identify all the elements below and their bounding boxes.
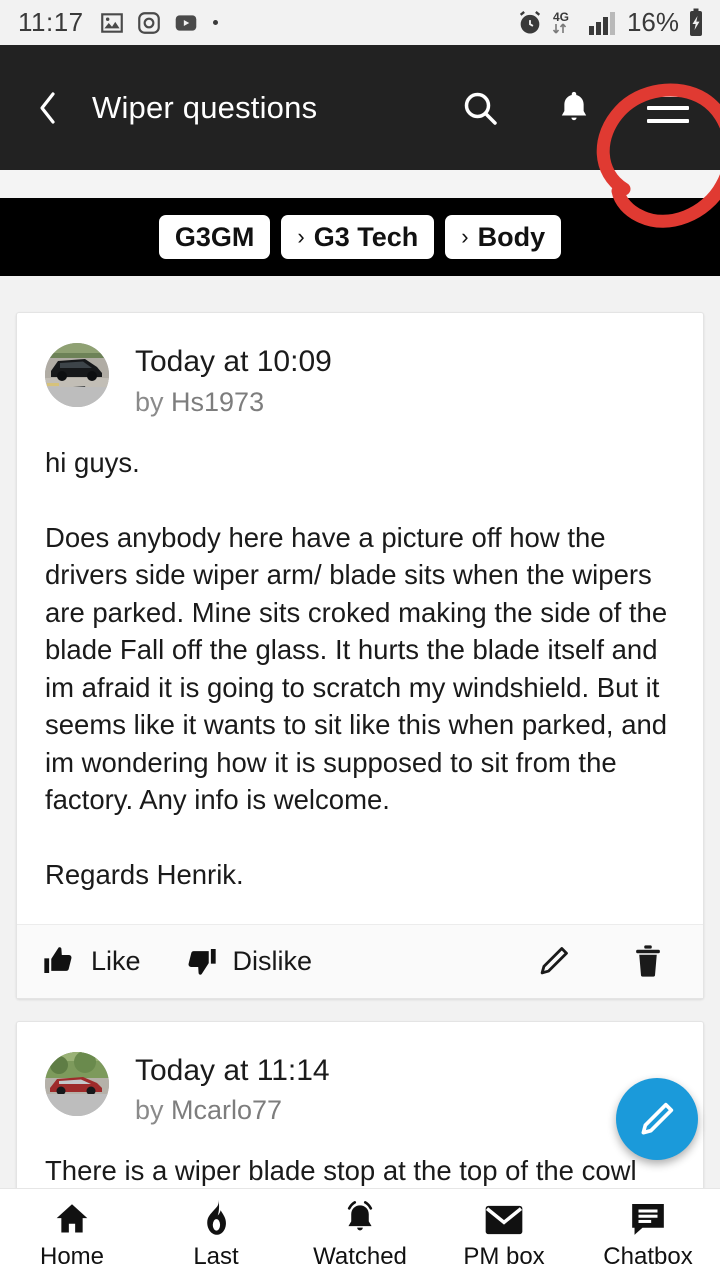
post-card: Today at 11:14 by Mcarlo77 There is a wi…: [16, 1020, 704, 1188]
post-timestamp: Today at 10:09: [135, 345, 332, 378]
chevron-right-icon: ›: [297, 224, 305, 249]
post-author-prefix: by: [135, 386, 172, 417]
nav-item-watched[interactable]: Watched: [288, 1189, 432, 1280]
status-bar-left: 11:17: [18, 7, 516, 38]
battery-percent-label: 16%: [626, 7, 679, 37]
nav-label: Last: [193, 1242, 239, 1270]
youtube-icon: [173, 10, 199, 36]
post-author-prefix: by: [135, 1095, 172, 1125]
post-body: hi guys. Does anybody here have a pictur…: [45, 446, 668, 891]
nav-label: Watched: [313, 1242, 407, 1270]
data-transfer-icon: 4G: [551, 9, 581, 37]
breadcrumb-item-0[interactable]: G3GM: [158, 215, 271, 259]
nav-item-pm-box[interactable]: PM box: [432, 1189, 576, 1280]
nav-label: PM box: [463, 1242, 545, 1270]
like-button[interactable]: Like: [43, 945, 141, 977]
bottom-navigation: Home Last Watched PM box Chatbox: [0, 1188, 720, 1280]
compose-fab-button[interactable]: [616, 1078, 698, 1160]
status-bar: 11:17 4G 16%: [0, 0, 720, 45]
thumbs-up-icon: [44, 947, 72, 973]
breadcrumb-label: G3GM: [174, 221, 255, 252]
alarm-icon: [516, 9, 544, 37]
dot-indicator: [212, 20, 218, 25]
breadcrumb-label: Body: [477, 221, 546, 252]
post-header: Today at 10:09 by Hs1973: [17, 313, 703, 418]
gallery-icon: [99, 10, 125, 36]
app-screen: 11:17 4G 16% Wiper questions G3GM › G3 T…: [0, 0, 720, 1280]
signal-icon: [588, 10, 618, 36]
edit-post-button[interactable]: [535, 942, 573, 980]
delete-post-button[interactable]: [629, 942, 667, 980]
post-meta: Today at 11:14 by Mcarlo77: [135, 1052, 330, 1127]
back-button[interactable]: [30, 90, 66, 126]
compose-pencil-icon: [641, 1102, 674, 1135]
avatar[interactable]: [45, 343, 109, 407]
nav-item-chatbox[interactable]: Chatbox: [576, 1189, 720, 1280]
app-bar-gap: [0, 170, 720, 198]
thread-content[interactable]: Today at 10:09 by Hs1973 hi guys. Does a…: [0, 290, 720, 1188]
breadcrumb-label: G3 Tech: [313, 221, 419, 252]
post-body: There is a wiper blade stop at the top o…: [45, 1155, 637, 1186]
black-car-avatar: [45, 343, 109, 407]
app-bar: Wiper questions: [0, 45, 720, 228]
svg-text:4G: 4G: [553, 10, 569, 24]
status-bar-right: 4G 16%: [516, 7, 706, 38]
breadcrumb-item-2[interactable]: › Body: [445, 215, 562, 259]
post-tools-group: [535, 942, 667, 980]
dislike-button[interactable]: Dislike: [185, 945, 313, 977]
notifications-button[interactable]: [552, 86, 596, 130]
pencil-icon: [540, 947, 568, 975]
like-label: Like: [91, 945, 141, 976]
nav-item-home[interactable]: Home: [0, 1189, 144, 1280]
red-car-avatar: [45, 1051, 109, 1116]
envelope-icon: [484, 1199, 524, 1237]
nav-label: Chatbox: [603, 1242, 693, 1270]
nav-label: Home: [39, 1242, 105, 1270]
post-header: Today at 11:14 by Mcarlo77: [17, 1022, 703, 1127]
dislike-label: Dislike: [232, 945, 313, 976]
post-author-name[interactable]: Hs1973: [171, 387, 264, 417]
status-clock: 11:17: [18, 7, 84, 37]
post-meta: Today at 10:09 by Hs1973: [135, 343, 332, 418]
post-author-name[interactable]: Mcarlo77: [171, 1095, 282, 1125]
breadcrumb-item-1[interactable]: › G3 Tech: [281, 215, 435, 259]
chevron-right-icon: ›: [461, 224, 469, 249]
trash-icon: [636, 945, 660, 977]
chat-bubble-icon: [629, 1199, 667, 1237]
thumbs-down-icon: [188, 949, 216, 975]
post-timestamp: Today at 11:14: [135, 1053, 330, 1087]
post-card: Today at 10:09 by Hs1973 hi guys. Does a…: [16, 312, 704, 999]
page-title: Wiper questions: [92, 89, 318, 125]
flame-icon: [200, 1199, 232, 1237]
hamburger-menu-button[interactable]: [646, 86, 690, 130]
breadcrumb: G3GM › G3 Tech › Body: [0, 198, 720, 276]
post-author: by Mcarlo77: [135, 1095, 330, 1126]
post-action-bar: Like Dislike: [17, 923, 703, 998]
avatar[interactable]: [45, 1051, 109, 1116]
post-reaction-group: Like Dislike: [43, 945, 535, 977]
nav-item-last[interactable]: Last: [144, 1189, 288, 1280]
bell-ringing-icon: [341, 1199, 379, 1237]
battery-charging-icon: [686, 8, 706, 38]
home-icon: [53, 1199, 91, 1237]
search-button[interactable]: [458, 86, 502, 130]
app-bar-actions: [458, 86, 690, 130]
instagram-icon: [136, 10, 162, 36]
hamburger-menu-icon: [647, 92, 689, 123]
post-author: by Hs1973: [135, 387, 332, 418]
